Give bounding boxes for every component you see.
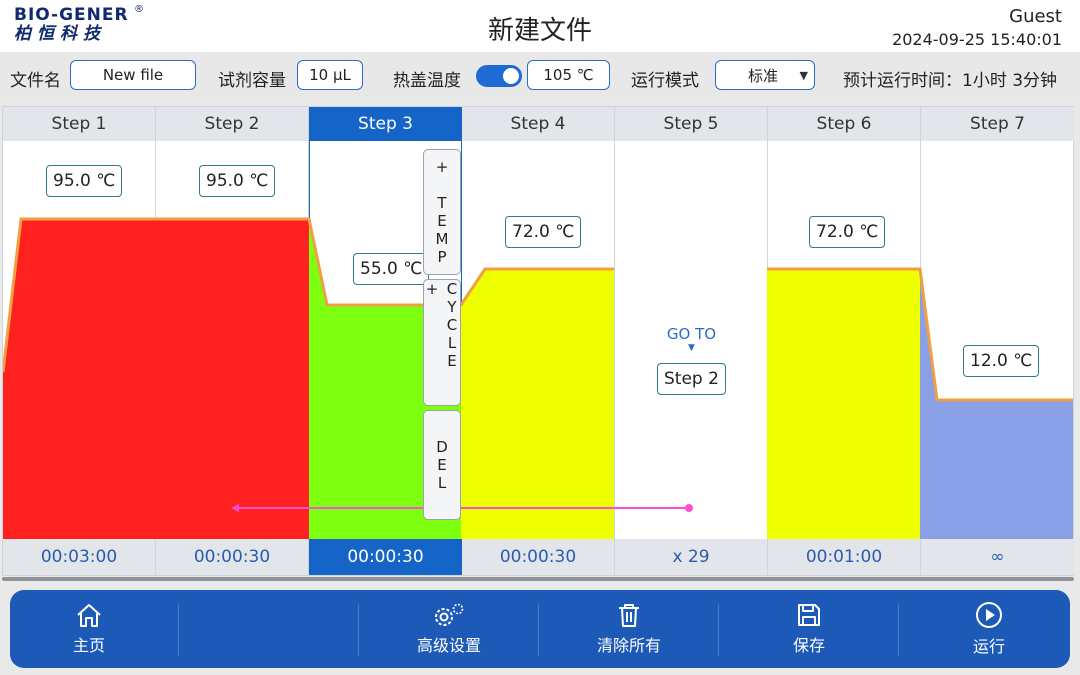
run-mode-value: 标准 xyxy=(748,66,779,85)
step-temp-6[interactable]: 72.0 ℃ xyxy=(809,216,886,248)
step-temp-7[interactable]: 12.0 ℃ xyxy=(963,345,1040,377)
step-fill-4 xyxy=(461,269,614,539)
home-icon xyxy=(77,604,101,627)
step-temp-1[interactable]: 95.0 ℃ xyxy=(46,165,123,197)
add-cycle-button[interactable]: + CYCLE xyxy=(423,279,461,406)
goto-label: GO TO ▼ xyxy=(615,325,768,353)
add-temp-label: + TEMP xyxy=(433,158,451,266)
step-temp-4[interactable]: 72.0 ℃ xyxy=(505,216,582,248)
nav-divider xyxy=(718,604,719,656)
nav-save-label: 保存 xyxy=(792,636,825,655)
horizontal-scrollbar[interactable] xyxy=(2,577,1074,581)
settings-bar: 文件名 New file 试剂容量 10 μL 热盖温度 105 ℃ 运行模式 … xyxy=(0,52,1080,100)
add-temp-button[interactable]: + TEMP xyxy=(423,149,461,275)
estimated-runtime: 预计运行时间：1小时 3分钟 xyxy=(843,71,1058,91)
step-fill-6 xyxy=(767,269,920,539)
lid-temp-input[interactable]: 105 ℃ xyxy=(527,60,610,90)
run-mode-select[interactable]: 标准 ▼ xyxy=(715,60,815,90)
goto-target-button[interactable]: Step 2 xyxy=(657,363,726,395)
toggle-knob xyxy=(503,68,519,84)
nav-divider xyxy=(538,604,539,656)
gear-icon xyxy=(435,603,464,626)
user-name: Guest xyxy=(1009,6,1062,27)
temperature-profile xyxy=(3,217,1073,539)
filename-input[interactable]: New file xyxy=(70,60,196,90)
step-program-editor: Step 1 00:03:00 Step 2 00:00:30 Step 3 0… xyxy=(2,106,1074,576)
trash-icon xyxy=(619,604,639,627)
nav-run-button[interactable]: 运行 xyxy=(914,590,1064,668)
nav-run-label: 运行 xyxy=(972,637,1005,656)
save-icon xyxy=(798,604,820,626)
lid-temp-label: 热盖温度 xyxy=(393,71,461,91)
lid-temp-toggle[interactable] xyxy=(476,65,522,87)
delete-step-label: DEL xyxy=(433,438,451,492)
volume-input[interactable]: 10 μL xyxy=(297,60,363,90)
nav-home-button[interactable]: 主页 xyxy=(14,590,164,668)
volume-label: 试剂容量 xyxy=(218,71,286,91)
nav-divider xyxy=(178,604,179,656)
cycle-loop-end xyxy=(685,504,693,512)
nav-clear-all-button[interactable]: 清除所有 xyxy=(554,590,704,668)
step-fill-7 xyxy=(920,269,1073,539)
run-mode-label: 运行模式 xyxy=(631,71,699,91)
nav-divider xyxy=(898,604,899,656)
nav-save-button[interactable]: 保存 xyxy=(734,590,884,668)
step-fill-1 xyxy=(3,219,156,539)
step-fill-2 xyxy=(156,219,309,539)
nav-clear-all-label: 清除所有 xyxy=(596,636,661,655)
dropdown-arrow-icon: ▼ xyxy=(799,69,808,82)
delete-step-button[interactable]: DEL xyxy=(423,410,461,520)
goto-arrow-icon: ▼ xyxy=(688,343,695,353)
nav-divider xyxy=(358,604,359,656)
step-temp-2[interactable]: 95.0 ℃ xyxy=(199,165,276,197)
filename-label: 文件名 xyxy=(10,71,61,91)
step-temp-3[interactable]: 55.0 ℃ xyxy=(353,253,430,285)
header: BIO-GENER ® 柏恒科技 新建文件 Guest 2024-09-25 1… xyxy=(0,0,1080,52)
current-datetime: 2024-09-25 15:40:01 xyxy=(892,30,1062,49)
goto-text: GO TO xyxy=(666,325,717,343)
nav-home-label: 主页 xyxy=(72,636,105,655)
bottom-navigation: 主页 高级设置 清除所有 保存 运行 xyxy=(10,590,1070,668)
nav-advanced-button[interactable]: 高级设置 xyxy=(374,590,524,668)
play-icon xyxy=(976,602,1002,628)
nav-advanced-label: 高级设置 xyxy=(416,636,481,655)
add-cycle-label: + CYCLE xyxy=(423,280,461,370)
